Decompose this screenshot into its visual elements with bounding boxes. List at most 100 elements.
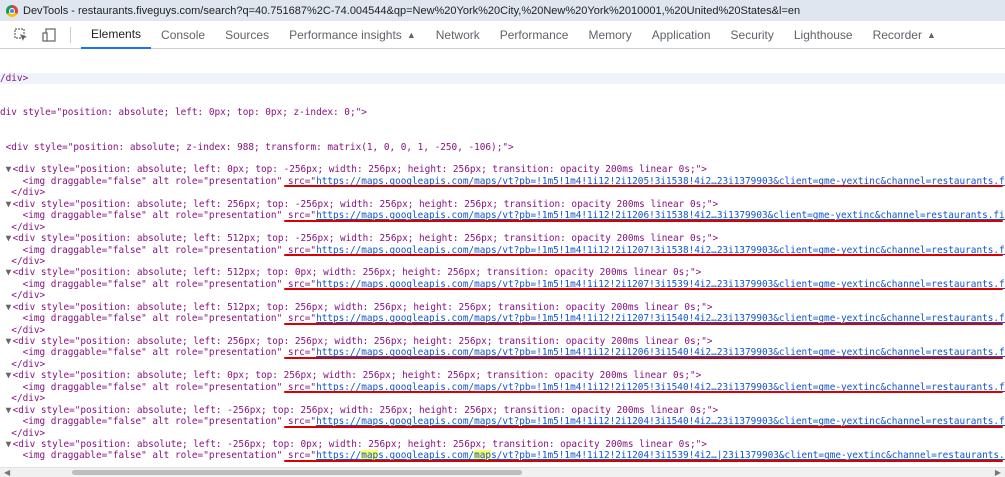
tree-line[interactable]: ▼<div style="position: absolute; left: -… bbox=[0, 405, 1005, 416]
tab-label: Sources bbox=[225, 27, 270, 42]
tab-network[interactable]: Network bbox=[426, 21, 490, 49]
element-picker-icon[interactable] bbox=[14, 27, 28, 42]
window-titlebar: DevTools - restaurants.fiveguys.com/sear… bbox=[0, 0, 1005, 21]
tree-line[interactable]: ▼<div style="position: absolute; left: 2… bbox=[0, 336, 1005, 347]
tab-label: Memory bbox=[588, 27, 632, 42]
tab-elements[interactable]: Elements bbox=[81, 21, 152, 49]
tree-line[interactable]: ▼<div style="position: absolute; left: 0… bbox=[0, 370, 1005, 381]
expand-triangle-icon[interactable]: ▼ bbox=[6, 405, 13, 416]
closing-tag: </div> bbox=[11, 221, 46, 233]
elements-tree: /div> div style="position: absolute; lef… bbox=[0, 50, 1005, 462]
closing-tag: </div> bbox=[11, 255, 46, 267]
tree-line[interactable]: <img draggable="false" alt role="present… bbox=[0, 416, 1005, 428]
tab-label: Elements bbox=[91, 26, 142, 41]
open-tag: div style="position: absolute; left: 0px… bbox=[0, 107, 367, 119]
closing-tag: /div> bbox=[0, 72, 29, 84]
div-open-tag: <div style="position: absolute; left: 0p… bbox=[12, 370, 702, 382]
tree-line[interactable]: ▼<div style="position: absolute; left: 5… bbox=[0, 233, 1005, 244]
tab-label: Performance insights bbox=[289, 27, 402, 42]
window-title: DevTools - restaurants.fiveguys.com/sear… bbox=[23, 4, 801, 17]
div-open-tag: <div style="position: absolute; left: 51… bbox=[12, 301, 713, 313]
expand-triangle-icon[interactable]: ▼ bbox=[6, 302, 13, 313]
tree-line[interactable]: ▼<div style="position: absolute; left: 5… bbox=[0, 267, 1005, 278]
tab-label: Lighthouse bbox=[793, 27, 853, 42]
div-open-tag: <div style="position: absolute; left: -2… bbox=[12, 438, 707, 450]
tree-line[interactable]: div style="position: absolute; left: 0px… bbox=[0, 107, 1005, 118]
img-tag: <img draggable="false" alt role="present… bbox=[22, 244, 317, 256]
div-open-tag: <div style="position: absolute; left: 25… bbox=[12, 336, 713, 348]
tree-line[interactable]: <img draggable="false" alt role="present… bbox=[0, 278, 1005, 291]
expand-triangle-icon[interactable]: ▼ bbox=[6, 370, 13, 381]
tree-line[interactable]: <img draggable="false" alt role="present… bbox=[0, 176, 1005, 188]
div-open-tag: <div style="position: absolute; left: -2… bbox=[12, 404, 719, 416]
img-tag: <img draggable="false" alt role="present… bbox=[22, 450, 317, 462]
experimental-flask-icon: ▲ bbox=[926, 29, 936, 40]
expand-triangle-icon[interactable]: ▼ bbox=[6, 164, 13, 175]
closing-tag: </div> bbox=[11, 358, 46, 370]
annotation-underline bbox=[284, 459, 1003, 462]
tab-label: Network bbox=[435, 27, 480, 42]
img-tag: <img draggable="false" alt role="present… bbox=[22, 313, 317, 325]
tab-label: Security bbox=[730, 27, 774, 42]
device-toolbar-icon[interactable] bbox=[42, 27, 56, 42]
closing-tag: </div> bbox=[11, 290, 46, 302]
img-tag: <img draggable="false" alt role="present… bbox=[22, 347, 317, 359]
open-tag: <div style="position: absolute; z-index:… bbox=[5, 141, 514, 153]
tree-line[interactable]: ▼<div style="position: absolute; left: -… bbox=[0, 439, 1005, 450]
tab-security[interactable]: Security bbox=[721, 21, 784, 49]
expand-triangle-icon[interactable]: ▼ bbox=[6, 199, 13, 210]
toolbar-divider bbox=[70, 26, 71, 43]
tree-line[interactable]: /div> bbox=[0, 72, 1005, 85]
tab-performance-insights[interactable]: Performance insights ▲ bbox=[279, 21, 426, 49]
tree-line[interactable]: </div> bbox=[0, 359, 1005, 370]
tree-line[interactable]: </div> bbox=[0, 187, 1005, 198]
closing-tag: </div> bbox=[11, 324, 46, 336]
tab-label: Console bbox=[161, 27, 206, 42]
tree-line[interactable]: ▼<div style="position: absolute; left: 5… bbox=[0, 302, 1005, 313]
div-open-tag: <div style="position: absolute; left: 25… bbox=[12, 198, 719, 210]
horizontal-scrollbar[interactable]: ◀ ▶ bbox=[0, 467, 1005, 477]
tab-performance[interactable]: Performance bbox=[490, 21, 579, 49]
panel-tabs: Elements Console Sources Performance insigh… bbox=[81, 21, 946, 49]
expand-triangle-icon[interactable]: ▼ bbox=[6, 439, 13, 450]
scrollbar-thumb[interactable] bbox=[72, 470, 522, 475]
tree-line[interactable]: <img draggable="false" alt role="present… bbox=[0, 313, 1005, 325]
tree-line[interactable]: </div> bbox=[0, 256, 1005, 267]
tree-line[interactable]: <img draggable="false" alt role="present… bbox=[0, 245, 1005, 256]
tab-console[interactable]: Console bbox=[151, 21, 215, 49]
tab-recorder[interactable]: Recorder ▲ bbox=[863, 21, 946, 49]
tree-line[interactable]: <img draggable="false" alt role="present… bbox=[0, 210, 1005, 222]
div-open-tag: <div style="position: absolute; left: 51… bbox=[12, 233, 719, 245]
div-open-tag: <div style="position: absolute; left: 0p… bbox=[12, 164, 707, 176]
tree-line[interactable]: </div> bbox=[0, 325, 1005, 336]
tree-line[interactable]: </div> bbox=[0, 222, 1005, 233]
img-tag: <img draggable="false" alt role="present… bbox=[22, 278, 317, 290]
tab-label: Performance bbox=[499, 27, 569, 42]
tree-line[interactable]: <div style="position: absolute; z-index:… bbox=[0, 142, 1005, 153]
expand-triangle-icon[interactable]: ▼ bbox=[6, 233, 13, 244]
tree-line[interactable]: </div> bbox=[0, 428, 1005, 439]
tab-label: Application bbox=[651, 27, 711, 42]
tree-line[interactable]: <img draggable="false" alt role="present… bbox=[0, 450, 1005, 462]
tree-line[interactable]: <img draggable="false" alt role="present… bbox=[0, 347, 1005, 359]
scroll-left-icon[interactable]: ◀ bbox=[4, 468, 10, 477]
experimental-flask-icon: ▲ bbox=[406, 29, 416, 40]
scroll-right-icon[interactable]: ▶ bbox=[995, 468, 1001, 477]
expand-triangle-icon[interactable]: ▼ bbox=[6, 267, 13, 278]
tab-lighthouse[interactable]: Lighthouse bbox=[784, 21, 863, 49]
closing-tag: </div> bbox=[11, 427, 46, 439]
tree-line[interactable]: </div> bbox=[0, 290, 1005, 301]
img-tag: <img draggable="false" alt role="present… bbox=[22, 381, 317, 393]
chrome-icon bbox=[6, 4, 18, 17]
tree-line[interactable]: ▼<div style="position: absolute; left: 0… bbox=[0, 164, 1005, 175]
tree-line[interactable]: <img draggable="false" alt role="present… bbox=[0, 381, 1005, 394]
img-tag: <img draggable="false" alt role="present… bbox=[22, 416, 317, 428]
img-tag: <img draggable="false" alt role="present… bbox=[22, 210, 317, 222]
tab-label: Recorder bbox=[872, 27, 922, 42]
expand-triangle-icon[interactable]: ▼ bbox=[6, 336, 13, 347]
tree-line[interactable]: ▼<div style="position: absolute; left: 2… bbox=[0, 199, 1005, 210]
tab-memory[interactable]: Memory bbox=[578, 21, 641, 49]
tab-application[interactable]: Application bbox=[642, 21, 721, 49]
tab-sources[interactable]: Sources bbox=[215, 21, 279, 49]
tree-line[interactable]: </div> bbox=[0, 393, 1005, 404]
